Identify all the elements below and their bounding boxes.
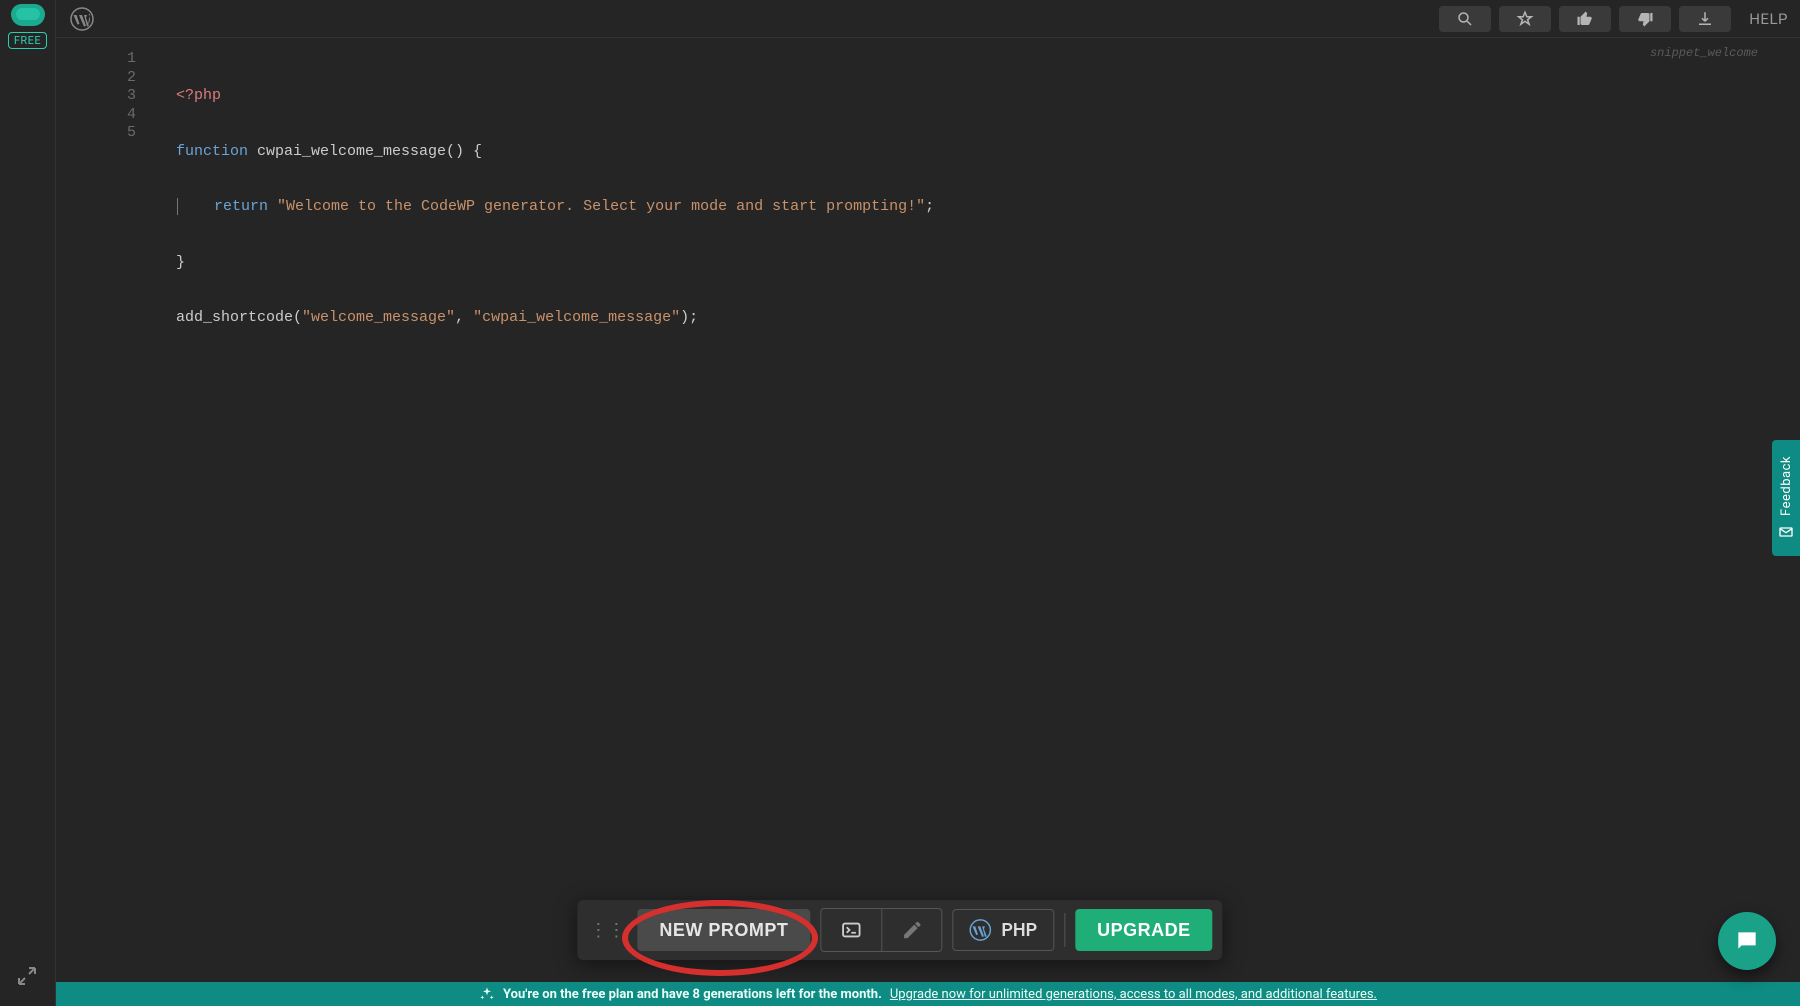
drag-handle-icon[interactable]: ⋮⋮ bbox=[587, 920, 627, 941]
wordpress-icon bbox=[969, 919, 991, 941]
line-number: 2 bbox=[56, 69, 136, 88]
top-toolbar: HELP bbox=[56, 0, 1800, 38]
feedback-tab[interactable]: Feedback bbox=[1772, 440, 1800, 556]
plan-banner: You're on the free plan and have 8 gener… bbox=[56, 982, 1800, 1006]
edit-mode-button[interactable] bbox=[881, 909, 941, 951]
line-number: 1 bbox=[56, 50, 136, 69]
favorite-button[interactable] bbox=[1499, 6, 1551, 32]
divider bbox=[1064, 913, 1065, 947]
banner-upgrade-link[interactable]: Upgrade now for unlimited generations, a… bbox=[890, 987, 1377, 1002]
code-content[interactable]: <?php function cwpai_welcome_message() {… bbox=[176, 50, 1800, 365]
new-prompt-button[interactable]: NEW PROMPT bbox=[637, 909, 810, 951]
chat-fab[interactable] bbox=[1718, 912, 1776, 970]
sparkle-icon bbox=[479, 986, 495, 1002]
banner-bold-text: You're on the free plan and have 8 gener… bbox=[503, 987, 882, 1002]
code-editor[interactable]: snippet_welcome 1 2 3 4 5 <?php function… bbox=[56, 38, 1800, 982]
terminal-mode-button[interactable] bbox=[821, 909, 881, 951]
search-button[interactable] bbox=[1439, 6, 1491, 32]
thumbs-up-button[interactable] bbox=[1559, 6, 1611, 32]
chat-icon bbox=[1734, 928, 1760, 954]
line-number: 5 bbox=[56, 124, 136, 143]
line-number: 3 bbox=[56, 87, 136, 106]
wordpress-icon[interactable] bbox=[70, 7, 94, 31]
language-selector[interactable]: PHP bbox=[952, 909, 1054, 951]
line-number: 4 bbox=[56, 106, 136, 125]
line-gutter: 1 2 3 4 5 bbox=[56, 50, 156, 143]
bottom-toolbar: ⋮⋮ NEW PROMPT PHP UPGRADE bbox=[577, 900, 1222, 960]
free-plan-badge: FREE bbox=[8, 32, 47, 49]
mail-icon bbox=[1778, 524, 1794, 540]
feedback-label: Feedback bbox=[1779, 456, 1794, 516]
help-link[interactable]: HELP bbox=[1745, 10, 1792, 28]
mode-button-group bbox=[820, 908, 942, 952]
upgrade-button[interactable]: UPGRADE bbox=[1075, 909, 1213, 951]
language-label: PHP bbox=[1001, 920, 1037, 941]
thumbs-down-button[interactable] bbox=[1619, 6, 1671, 32]
expand-icon[interactable] bbox=[15, 964, 39, 988]
left-sidebar: FREE bbox=[0, 0, 56, 1006]
download-button[interactable] bbox=[1679, 6, 1731, 32]
app-logo[interactable] bbox=[11, 4, 45, 26]
